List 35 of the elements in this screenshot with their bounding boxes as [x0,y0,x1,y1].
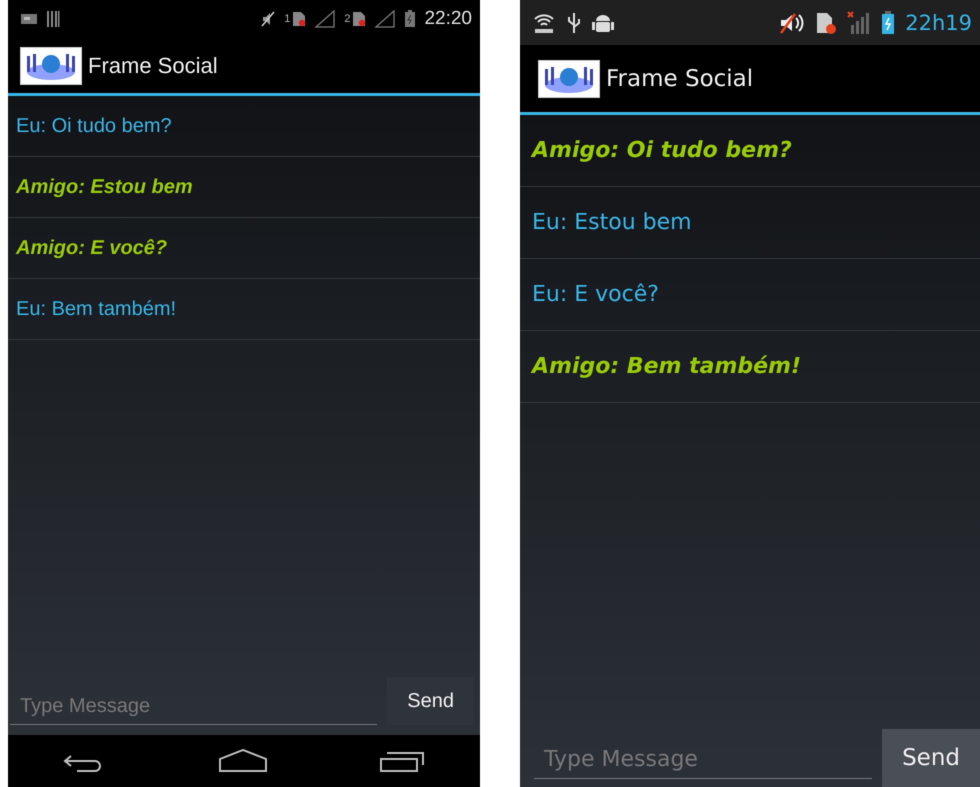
status-time: 22:20 [424,8,472,30]
message-row[interactable]: Amigo: Estou bem [8,157,480,218]
app-title: Frame Social [606,66,754,92]
usb-icon [566,10,582,34]
message-row[interactable]: Amigo: E você? [8,218,480,279]
message-row[interactable]: Eu: Bem também! [8,279,480,340]
app-title: Frame Social [88,52,218,78]
sim-card-icon [352,11,366,27]
sim-label: 1 [284,13,290,25]
message-row[interactable]: Eu: E você? [520,259,980,331]
send-button[interactable]: Send [882,729,980,787]
message-row[interactable]: Amigo: Oi tudo bem? [520,115,980,187]
message-input[interactable]: Type Message [534,741,872,779]
barcode-icon [46,10,60,28]
app-logo-icon [538,60,600,98]
sim-label: 2 [344,13,350,25]
battery-icon [404,10,416,28]
message-row[interactable]: Amigo: Bem também! [520,331,980,403]
recent-apps-icon[interactable] [378,749,425,773]
image-icon [20,12,38,26]
send-button[interactable]: Send [387,677,474,725]
muted-speaker-icon [779,10,806,34]
sim-card-icon [815,10,838,34]
status-time: 22h19 [905,10,972,34]
signal-icon [314,10,336,28]
sim-card-icon [292,11,306,27]
message-input[interactable]: Type Message [10,689,378,725]
app-logo-icon [20,46,82,84]
battery-icon [881,10,896,34]
signal-icon [847,10,872,34]
home-icon[interactable] [218,749,268,773]
signal-icon [374,10,396,28]
muted-icon [260,10,276,28]
message-row[interactable]: Eu: Estou bem [520,187,980,259]
message-row[interactable]: Eu: Oi tudo bem? [8,96,480,157]
